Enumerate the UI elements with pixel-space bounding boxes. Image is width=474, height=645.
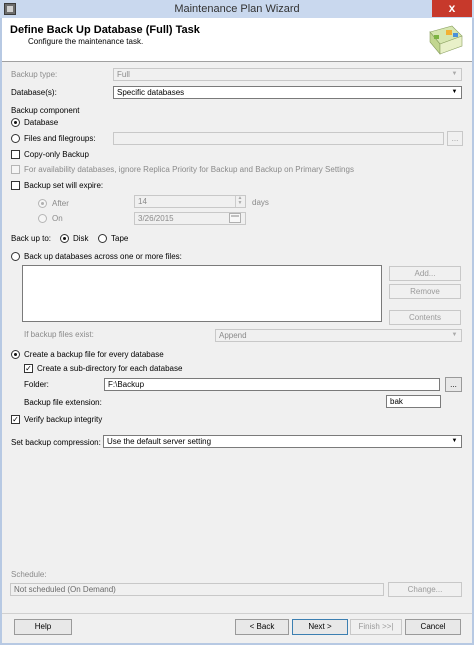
database-radio[interactable]: [11, 118, 20, 127]
files-filegroups-radio[interactable]: [11, 134, 20, 143]
change-schedule-button[interactable]: Change...: [388, 582, 462, 597]
extension-label: Backup file extension:: [24, 398, 102, 407]
folder-label: Folder:: [24, 380, 49, 389]
help-button[interactable]: Help: [14, 619, 72, 635]
backup-type-value: Full: [117, 70, 130, 79]
databases-select[interactable]: Specific databases ▼: [113, 86, 462, 99]
add-file-button[interactable]: Add...: [389, 266, 461, 281]
expire-after-field[interactable]: 14: [134, 195, 246, 208]
backup-type-select[interactable]: Full ▼: [113, 68, 462, 81]
expire-on-label: On: [52, 214, 63, 223]
folder-browse-button[interactable]: ...: [445, 377, 462, 392]
backup-component-label: Backup component: [11, 106, 80, 115]
per-database-file-radio[interactable]: [11, 350, 20, 359]
across-files-label: Back up databases across one or more fil…: [24, 252, 182, 261]
databases-value: Specific databases: [117, 88, 185, 97]
chevron-down-icon: ▼: [451, 71, 458, 77]
if-exist-label: If backup files exist:: [24, 330, 94, 339]
extension-field[interactable]: bak: [386, 395, 441, 408]
subdirectory-checkbox[interactable]: ✓: [24, 364, 33, 373]
page-subtitle: Configure the maintenance task.: [28, 37, 144, 46]
next-button[interactable]: Next >: [292, 619, 348, 635]
files-browse-button[interactable]: ...: [447, 131, 463, 146]
wizard-header: Define Back Up Database (Full) Task Conf…: [2, 18, 472, 62]
schedule-label: Schedule:: [11, 570, 47, 579]
wizard-window: Define Back Up Database (Full) Task Conf…: [2, 18, 472, 643]
expire-label: Backup set will expire:: [24, 181, 104, 190]
contents-button[interactable]: Contents: [389, 310, 461, 325]
chevron-down-icon: ▼: [451, 332, 458, 338]
schedule-field: Not scheduled (On Demand): [10, 583, 384, 596]
title-bar: Maintenance Plan Wizard x: [0, 0, 474, 18]
window-title: Maintenance Plan Wizard: [174, 3, 300, 15]
schedule-value: Not scheduled (On Demand): [14, 585, 116, 594]
backup-files-list[interactable]: [22, 265, 382, 322]
expire-after-radio[interactable]: [38, 199, 47, 208]
databases-label: Database(s):: [11, 88, 57, 97]
spin-down-icon: ▼: [237, 200, 243, 206]
page-title: Define Back Up Database (Full) Task: [10, 24, 200, 36]
compression-value: Use the default server setting: [107, 437, 212, 446]
back-up-to-label: Back up to:: [11, 234, 52, 243]
chevron-down-icon: ▼: [451, 438, 458, 444]
tape-radio[interactable]: [98, 234, 107, 243]
back-button[interactable]: < Back: [235, 619, 289, 635]
wizard-footer: Help < Back Next > Finish >>| Cancel: [2, 613, 472, 643]
tape-label: Tape: [111, 234, 129, 243]
per-database-file-label: Create a backup file for every database: [24, 350, 164, 359]
calendar-icon[interactable]: [229, 213, 241, 223]
remove-file-button[interactable]: Remove: [389, 284, 461, 299]
folder-field[interactable]: F:\Backup: [104, 378, 440, 391]
if-exist-value: Append: [219, 331, 247, 340]
disk-radio[interactable]: [60, 234, 69, 243]
chevron-down-icon: ▼: [451, 89, 458, 95]
expire-on-date-value: 3/26/2015: [138, 214, 174, 223]
wizard-graphic-icon: [429, 25, 463, 55]
folder-value: F:\Backup: [108, 380, 145, 389]
backup-type-label: Backup type:: [11, 70, 58, 79]
days-label: days: [252, 198, 269, 207]
compression-label: Set backup compression:: [11, 438, 101, 447]
close-button[interactable]: x: [432, 0, 472, 17]
availability-label: For availability databases, ignore Repli…: [24, 165, 354, 174]
copy-only-label: Copy-only Backup: [24, 150, 89, 159]
expire-checkbox[interactable]: [11, 181, 20, 190]
across-files-radio[interactable]: [11, 252, 20, 261]
if-exist-select[interactable]: Append ▼: [215, 329, 462, 342]
expire-on-radio[interactable]: [38, 214, 47, 223]
extension-value: bak: [390, 397, 403, 406]
compression-select[interactable]: Use the default server setting ▼: [103, 435, 462, 448]
files-filegroups-label: Files and filegroups:: [24, 134, 96, 143]
expire-after-value: 14: [138, 197, 147, 206]
subdirectory-label: Create a sub-directory for each database: [37, 364, 183, 373]
cancel-button[interactable]: Cancel: [405, 619, 461, 635]
disk-label: Disk: [73, 234, 89, 243]
copy-only-checkbox[interactable]: [11, 150, 20, 159]
verify-checkbox[interactable]: ✓: [11, 415, 20, 424]
availability-checkbox[interactable]: [11, 165, 20, 174]
files-filegroups-field[interactable]: [113, 132, 444, 145]
database-radio-label: Database: [24, 118, 59, 127]
verify-label: Verify backup integrity: [24, 415, 103, 424]
expire-days-spinner[interactable]: ▲ ▼: [235, 196, 244, 207]
expire-after-label: After: [52, 199, 69, 208]
finish-button[interactable]: Finish >>|: [350, 619, 402, 635]
